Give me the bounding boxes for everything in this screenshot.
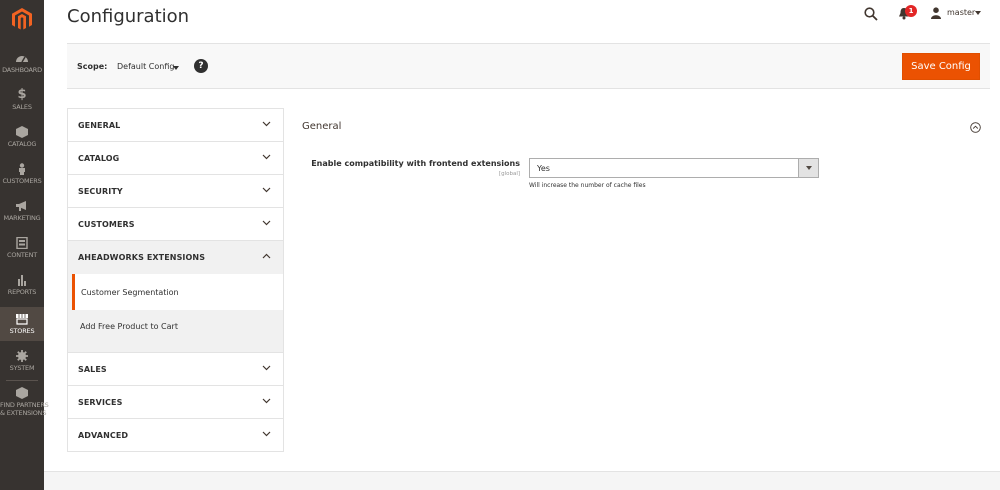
subtab-add-free-product-to-cart[interactable]: Add Free Product to Cart	[68, 310, 283, 353]
section-title-general[interactable]: General	[302, 121, 341, 132]
config-tabs: GENERAL CATALOG SECURITY CUSTOMERS AHEAD…	[67, 108, 284, 452]
nav-system[interactable]: SYSTEM	[0, 350, 44, 372]
nav-customers[interactable]: CUSTOMERS	[0, 163, 44, 185]
tab-services[interactable]: SERVICES	[68, 386, 283, 419]
nav-label: SYSTEM	[9, 364, 35, 372]
nav-marketing[interactable]: MARKETING	[0, 200, 44, 222]
tab-advanced[interactable]: ADVANCED	[68, 419, 283, 452]
scope-bar: Scope: Default Config ? Save Config	[67, 43, 990, 89]
nav-dashboard[interactable]: DASHBOARD	[0, 52, 44, 74]
nav-sales[interactable]: $ SALES	[0, 87, 44, 111]
chevron-down-icon	[262, 365, 271, 371]
tab-label: SERVICES	[78, 398, 123, 407]
scope-switcher[interactable]: Default Config	[117, 62, 174, 71]
dashboard-icon	[16, 56, 28, 63]
nav-find-partners[interactable]: FIND PARTNERS & EXTENSIONS	[0, 387, 49, 417]
search-icon[interactable]	[864, 7, 878, 21]
select-toggle[interactable]	[798, 159, 818, 177]
user-icon[interactable]	[930, 7, 942, 19]
nav-divider	[6, 380, 38, 381]
help-icon[interactable]: ?	[194, 59, 208, 73]
tab-label: SALES	[78, 365, 107, 374]
nav-label: SALES	[12, 103, 32, 111]
person-icon	[19, 163, 25, 175]
subtab-label: Customer Segmentation	[81, 288, 179, 297]
chevron-down-icon	[262, 398, 271, 404]
box-icon	[16, 126, 28, 138]
store-icon	[16, 314, 28, 325]
compatibility-select[interactable]: Yes	[529, 158, 819, 178]
user-menu-name[interactable]: master	[947, 8, 975, 17]
subtab-label: Add Free Product to Cart	[80, 322, 178, 331]
page-footer	[44, 471, 1000, 490]
nav-catalog[interactable]: CATALOG	[0, 126, 44, 148]
tab-aheadworks-extensions[interactable]: AHEADWORKS EXTENSIONS	[68, 241, 283, 274]
scope-label: Scope:	[77, 62, 108, 71]
subtab-wrapper: Customer Segmentation	[68, 274, 283, 310]
tab-catalog[interactable]: CATALOG	[68, 142, 283, 175]
field-label: Enable compatibility with frontend exten…	[311, 159, 520, 168]
tab-label: SECURITY	[78, 187, 123, 196]
tab-customers[interactable]: CUSTOMERS	[68, 208, 283, 241]
partners-box-icon	[16, 387, 28, 399]
tab-label: AHEADWORKS EXTENSIONS	[78, 253, 206, 262]
megaphone-icon	[16, 201, 26, 211]
nav-content[interactable]: CONTENT	[0, 237, 44, 259]
nav-label: STORES	[9, 327, 35, 335]
layout-icon	[16, 237, 28, 249]
tab-label: CUSTOMERS	[78, 220, 135, 229]
tab-label: ADVANCED	[78, 431, 129, 440]
tab-label: CATALOG	[78, 154, 120, 163]
tab-security[interactable]: SECURITY	[68, 175, 283, 208]
collapse-section-icon[interactable]	[970, 122, 981, 133]
chevron-down-icon	[262, 187, 271, 193]
nav-label: REPORTS	[7, 288, 37, 296]
save-config-button[interactable]: Save Config	[902, 53, 980, 80]
select-value: Yes	[537, 164, 550, 173]
chevron-down-icon[interactable]	[173, 66, 179, 70]
chevron-down-icon	[806, 166, 812, 170]
nav-stores[interactable]: STORES	[0, 307, 44, 341]
chevron-down-icon	[262, 220, 271, 226]
tab-sales[interactable]: SALES	[68, 353, 283, 386]
nav-label: FIND PARTNERS	[0, 401, 49, 409]
nav-reports[interactable]: REPORTS	[0, 274, 44, 296]
page-title: Configuration	[67, 6, 190, 27]
subtab-customer-segmentation[interactable]: Customer Segmentation	[72, 274, 283, 310]
chevron-up-icon	[262, 253, 271, 259]
chevron-down-icon	[262, 431, 271, 437]
nav-label: MARKETING	[3, 214, 41, 222]
nav-label: CUSTOMERS	[2, 177, 42, 185]
nav-label: & EXTENSIONS	[0, 409, 47, 417]
gear-icon	[16, 350, 28, 362]
tab-label: GENERAL	[78, 121, 121, 130]
tab-general[interactable]: GENERAL	[68, 109, 283, 142]
chevron-down-icon	[262, 154, 271, 160]
nav-label: CONTENT	[6, 251, 38, 259]
nav-label: DASHBOARD	[2, 66, 42, 74]
bar-chart-icon	[18, 275, 26, 286]
dollar-icon: $	[17, 87, 27, 102]
chevron-down-icon	[262, 121, 271, 127]
nav-label: CATALOG	[7, 140, 37, 148]
magento-logo-icon[interactable]	[10, 7, 34, 31]
field-note: Will increase the number of cache files	[529, 182, 646, 189]
field-scope-label: [global]	[498, 171, 520, 177]
chevron-down-icon[interactable]	[975, 11, 981, 15]
notification-badge[interactable]: 1	[905, 5, 917, 17]
admin-sidebar: DASHBOARD $ SALES CATALOG CUSTOMERS MARK…	[0, 0, 49, 490]
